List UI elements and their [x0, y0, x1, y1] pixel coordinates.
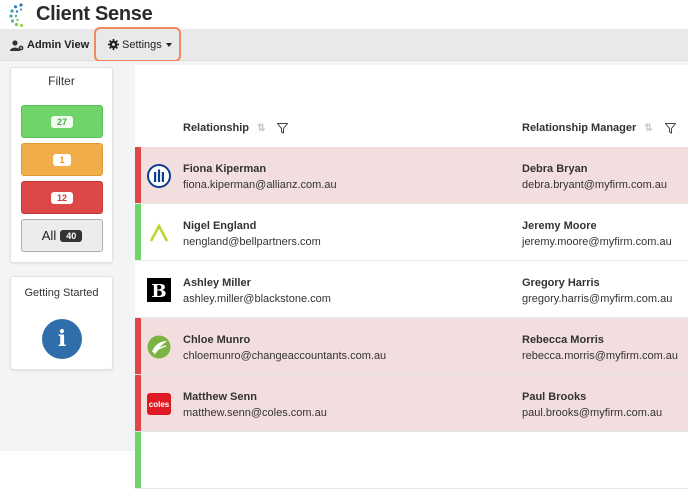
- svg-text:coles: coles: [149, 400, 170, 409]
- relationship-header-label: Relationship: [183, 122, 250, 134]
- table-row[interactable]: Nigel England nengland@bellpartners.com …: [135, 204, 688, 261]
- change-accountants-logo-icon: [147, 335, 171, 359]
- table-row[interactable]: B Ashley Miller ashley.miller@blackstone…: [135, 261, 688, 318]
- top-navbar: Admin View Settings: [0, 27, 688, 62]
- relationships-table: Relationship ⇅ Relationship Manager ⇅ Fi…: [135, 65, 688, 489]
- manager-name: Gregory Harris: [522, 277, 600, 289]
- sort-icon[interactable]: ⇅: [644, 123, 652, 134]
- table-row[interactable]: Fiona Kiperman fiona.kiperman@allianz.co…: [135, 147, 688, 204]
- allianz-logo-icon: [147, 164, 171, 188]
- getting-started-title: Getting Started: [24, 287, 99, 299]
- manager-name: Rebecca Morris: [522, 334, 604, 346]
- brand-name: Client Sense: [36, 3, 153, 25]
- table-row[interactable]: Chloe Munro chloemunro@changeaccountants…: [135, 318, 688, 375]
- bell-partners-logo-icon: [149, 223, 169, 242]
- status-stripe: [135, 432, 141, 488]
- client-name[interactable]: Chloe Munro: [183, 334, 250, 346]
- user-gear-icon: [10, 39, 24, 51]
- client-name[interactable]: Ashley Miller: [183, 277, 251, 289]
- funnel-filter-icon[interactable]: [664, 122, 676, 134]
- filter-all-button[interactable]: All 40: [21, 219, 103, 252]
- filter-panel: Filter 27 1 12 All 40: [10, 67, 113, 263]
- filter-green-button[interactable]: 27: [21, 105, 103, 138]
- manager-name: Paul Brooks: [522, 391, 587, 403]
- table-row[interactable]: [135, 432, 688, 489]
- filter-amber-button[interactable]: 1: [21, 143, 103, 176]
- manager-header-label: Relationship Manager: [522, 122, 637, 134]
- client-email: fiona.kiperman@allianz.com.au: [183, 179, 337, 191]
- brand-bar: Client Sense: [0, 0, 688, 29]
- info-icon[interactable]: i: [42, 319, 82, 359]
- status-stripe: [135, 147, 141, 203]
- manager-column-header[interactable]: Relationship Manager ⇅: [522, 110, 676, 146]
- admin-view-link[interactable]: Admin View: [10, 29, 89, 61]
- blackstone-logo-icon: B: [147, 278, 171, 302]
- client-name[interactable]: Matthew Senn: [183, 391, 257, 403]
- status-stripe: [135, 318, 141, 374]
- client-email: nengland@bellpartners.com: [183, 236, 321, 248]
- filter-red-button[interactable]: 12: [21, 181, 103, 214]
- getting-started-panel: Getting Started i: [10, 276, 113, 370]
- caret-down-icon: [165, 42, 172, 47]
- client-sense-logo-icon: [9, 3, 24, 27]
- manager-email: debra.bryant@myfirm.com.au: [522, 179, 668, 191]
- relationship-column-header[interactable]: Relationship ⇅: [183, 110, 289, 146]
- client-email: matthew.senn@coles.com.au: [183, 407, 327, 419]
- manager-email: jeremy.moore@myfirm.com.au: [522, 236, 672, 248]
- manager-name: Debra Bryan: [522, 163, 588, 175]
- client-email: chloemunro@changeaccountants.com.au: [183, 350, 387, 362]
- manager-email: gregory.harris@myfirm.com.au: [522, 293, 673, 305]
- table-row[interactable]: coles Matthew Senn matthew.senn@coles.co…: [135, 375, 688, 432]
- red-count-badge: 12: [50, 191, 73, 204]
- manager-email: paul.brooks@myfirm.com.au: [522, 407, 663, 419]
- svg-text:B: B: [151, 281, 166, 302]
- green-count-badge: 27: [50, 115, 73, 128]
- settings-label: Settings: [122, 38, 162, 51]
- manager-email: rebecca.morris@myfirm.com.au: [522, 350, 679, 362]
- client-name[interactable]: Nigel England: [183, 220, 256, 232]
- funnel-filter-icon[interactable]: [277, 122, 289, 134]
- sort-icon[interactable]: ⇅: [257, 123, 265, 134]
- all-label: All: [41, 228, 57, 243]
- amber-count-badge: 1: [53, 153, 71, 166]
- admin-view-label: Admin View: [27, 39, 90, 51]
- gear-icon: [108, 39, 119, 50]
- client-email: ashley.miller@blackstone.com: [183, 293, 331, 305]
- manager-name: Jeremy Moore: [522, 220, 597, 232]
- client-name[interactable]: Fiona Kiperman: [183, 163, 266, 175]
- settings-dropdown[interactable]: Settings: [94, 27, 181, 62]
- status-stripe: [135, 204, 141, 260]
- coles-logo-icon: coles: [147, 393, 171, 415]
- filter-title: Filter: [48, 74, 75, 88]
- table-header: Relationship ⇅ Relationship Manager ⇅: [135, 110, 688, 146]
- status-stripe: [135, 375, 141, 431]
- all-count-badge: 40: [60, 229, 83, 242]
